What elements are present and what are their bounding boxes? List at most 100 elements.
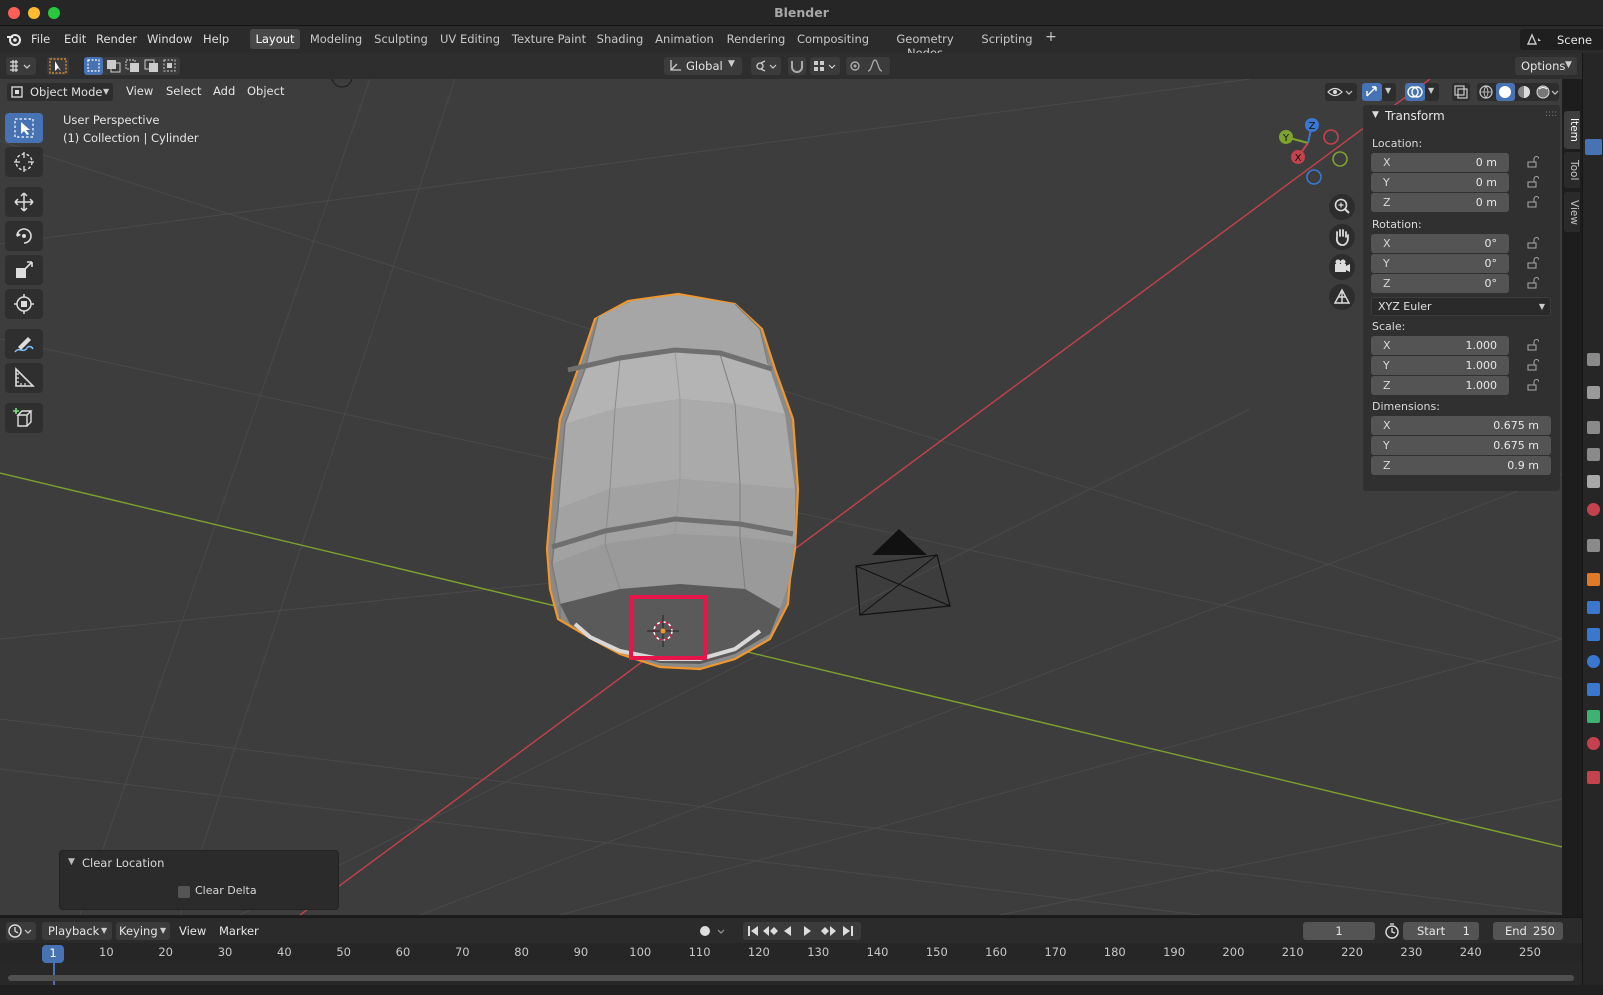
tab-sculpting[interactable]: Sculpting: [372, 29, 430, 49]
view-layer-properties-icon[interactable]: [1587, 448, 1600, 461]
tab-shading[interactable]: Shading: [595, 29, 645, 49]
select-box-tool[interactable]: [5, 113, 43, 143]
menu-window[interactable]: Window: [147, 32, 192, 46]
dimensions-y-field[interactable]: Y 0.675 m: [1371, 436, 1551, 455]
modifier-properties-icon[interactable]: [1587, 601, 1600, 614]
rotation-mode-dropdown[interactable]: XYZ Euler ▼: [1371, 297, 1551, 316]
particle-properties-icon[interactable]: [1587, 628, 1600, 641]
timeline-scrollbar[interactable]: [8, 975, 1574, 981]
operator-title[interactable]: Clear Location: [82, 856, 164, 870]
lock-icon[interactable]: [1527, 237, 1539, 249]
location-z-field[interactable]: Z 0 m: [1371, 193, 1509, 212]
tool-properties-icon[interactable]: [1587, 353, 1600, 366]
pivot-point-dropdown[interactable]: [751, 57, 781, 75]
viewport-scene[interactable]: [0, 79, 1562, 915]
scene-selector[interactable]: Scene: [1520, 29, 1603, 50]
menu-file[interactable]: File: [31, 32, 50, 46]
tab-uv-editing[interactable]: UV Editing: [437, 29, 503, 49]
sidebar-tab-view[interactable]: View: [1564, 192, 1580, 232]
rotation-z-field[interactable]: Z 0°: [1371, 274, 1509, 293]
location-y-field[interactable]: Y 0 m: [1371, 173, 1509, 192]
timeline-editor-type[interactable]: [6, 922, 36, 940]
menu-help[interactable]: Help: [203, 32, 229, 46]
zoom-button[interactable]: [1329, 194, 1355, 220]
start-frame-field[interactable]: Start 1: [1403, 922, 1479, 940]
camera-view-button[interactable]: [1329, 254, 1355, 280]
timeline-menu-view[interactable]: View: [179, 924, 206, 938]
pan-hand-button[interactable]: [1329, 224, 1355, 250]
editor-type-selector[interactable]: [6, 57, 36, 75]
lock-icon[interactable]: [1527, 196, 1539, 208]
cursor-tool[interactable]: [5, 147, 43, 177]
lock-icon[interactable]: [1527, 339, 1539, 351]
scale-x-field[interactable]: X 1.000: [1371, 336, 1509, 355]
lock-icon[interactable]: [1527, 379, 1539, 391]
viewport-menu-view[interactable]: View: [126, 84, 153, 98]
material-properties-icon[interactable]: [1587, 737, 1600, 750]
sidebar-tab-item[interactable]: Item: [1564, 111, 1580, 149]
lock-icon[interactable]: [1527, 359, 1539, 371]
location-x-field[interactable]: X 0 m: [1371, 153, 1509, 172]
viewport-menu-select[interactable]: Select: [166, 84, 201, 98]
constraint-properties-icon[interactable]: [1587, 683, 1600, 696]
lock-icon[interactable]: [1527, 176, 1539, 188]
tab-modeling[interactable]: Modeling: [307, 29, 365, 49]
drag-handle-icon[interactable]: ::::: [1545, 109, 1557, 119]
add-cube-tool[interactable]: [5, 403, 43, 433]
snap-toggle[interactable]: [788, 57, 806, 75]
3d-viewport[interactable]: Object Mode ▼ View Select Add Object ▼ ▼…: [0, 79, 1562, 915]
properties-active-tab[interactable]: [1585, 139, 1602, 155]
menu-edit[interactable]: Edit: [64, 32, 86, 46]
tab-texture-paint[interactable]: Texture Paint: [510, 29, 588, 49]
active-tool-select[interactable]: [47, 57, 69, 75]
scale-z-field[interactable]: Z 1.000: [1371, 376, 1509, 395]
collapse-triangle-icon[interactable]: ▼: [1372, 110, 1379, 120]
menu-render[interactable]: Render: [96, 32, 137, 46]
output-properties-icon[interactable]: [1587, 421, 1600, 434]
lock-icon[interactable]: [1527, 257, 1539, 269]
selection-mode-buttons[interactable]: [84, 57, 180, 75]
annotate-tool[interactable]: [5, 329, 43, 359]
measure-tool[interactable]: [5, 363, 43, 393]
rotation-y-field[interactable]: Y 0°: [1371, 254, 1509, 273]
timeline-menu-marker[interactable]: Marker: [219, 924, 259, 938]
overlays-toggle[interactable]: [1405, 83, 1425, 101]
frame-ruler[interactable]: 10 20 30 40 50 60 70 80 90 100 110 120 130 140 150 160 1…: [0, 943, 1582, 963]
record-button[interactable]: [696, 922, 732, 940]
transform-tool[interactable]: [5, 289, 43, 319]
world-properties-icon[interactable]: [1587, 503, 1600, 516]
dimensions-z-field[interactable]: Z 0.9 m: [1371, 456, 1551, 475]
ortho-toggle-button[interactable]: [1329, 284, 1355, 310]
data-properties-icon[interactable]: [1587, 710, 1600, 723]
end-frame-field[interactable]: End 250: [1493, 922, 1563, 940]
transform-orientation-dropdown[interactable]: Global ▼: [664, 57, 742, 75]
tab-compositing[interactable]: Compositing: [795, 29, 871, 49]
navigation-gizmo[interactable]: Z Y X: [1268, 113, 1348, 189]
dimensions-x-field[interactable]: X 0.675 m: [1371, 416, 1551, 435]
tab-scripting[interactable]: Scripting: [979, 29, 1035, 49]
current-frame-field[interactable]: 1: [1303, 922, 1375, 940]
object-mode-dropdown[interactable]: Object Mode ▼: [7, 83, 113, 101]
transform-section-title[interactable]: Transform: [1385, 109, 1445, 123]
physics-properties-icon[interactable]: [1587, 655, 1600, 668]
scale-tool[interactable]: [5, 255, 43, 285]
blender-logo-icon[interactable]: [6, 32, 22, 50]
tab-geometry-nodes[interactable]: Geometry Nodes: [878, 29, 972, 60]
keying-menu[interactable]: Keying ▼: [116, 922, 170, 940]
tab-layout[interactable]: Layout: [250, 29, 300, 49]
move-tool[interactable]: [5, 187, 43, 217]
texture-properties-icon[interactable]: [1587, 771, 1600, 784]
scene-properties-icon[interactable]: [1587, 475, 1600, 488]
viewport-menu-object[interactable]: Object: [247, 84, 284, 98]
visibility-dropdown[interactable]: [1325, 83, 1357, 101]
clear-delta-checkbox[interactable]: [178, 886, 190, 898]
render-properties-icon[interactable]: [1587, 386, 1600, 399]
stopwatch-icon[interactable]: [1384, 922, 1400, 943]
shading-mode-buttons[interactable]: [1477, 83, 1559, 101]
options-dropdown[interactable]: Options ▼: [1515, 57, 1577, 75]
object-properties-icon[interactable]: [1587, 573, 1600, 586]
lock-icon[interactable]: [1527, 156, 1539, 168]
playhead[interactable]: 1: [42, 945, 64, 963]
gizmo-dropdown[interactable]: ▼: [1382, 83, 1396, 101]
rotate-tool[interactable]: [5, 221, 43, 251]
